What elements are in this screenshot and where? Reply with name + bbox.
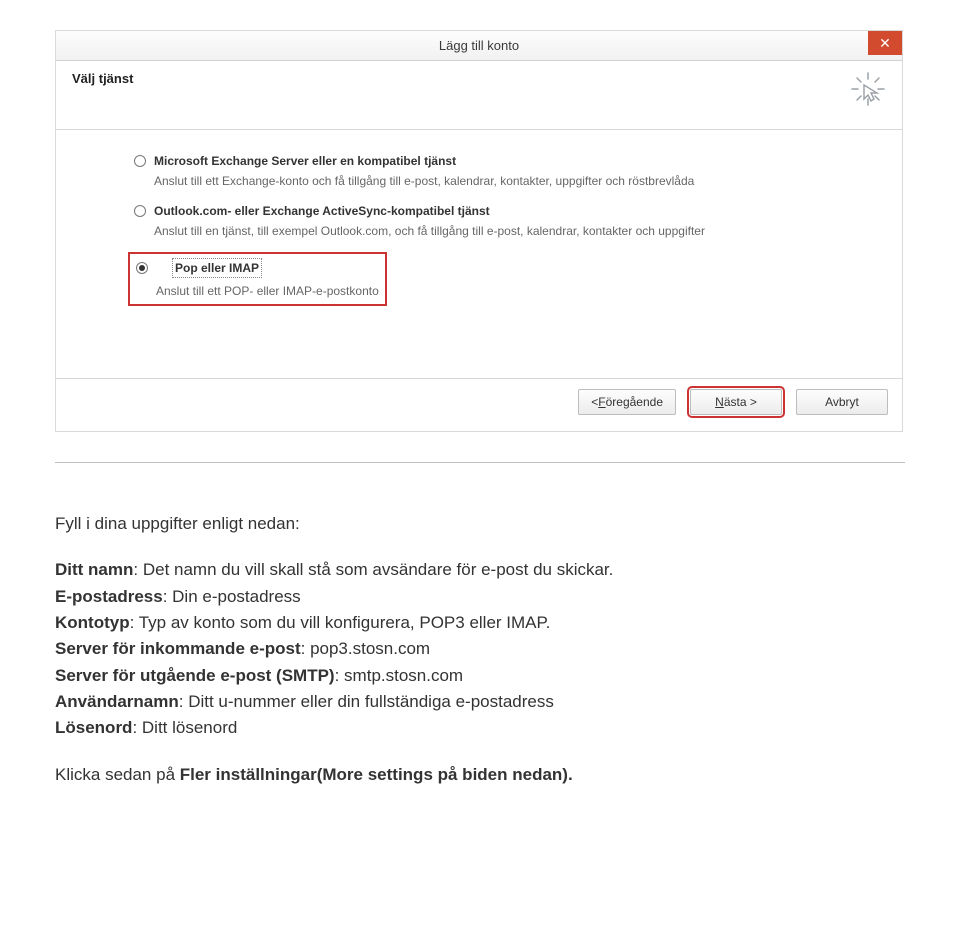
- instructions-block: Ditt namn: Det namn du vill skall stå so…: [55, 557, 905, 741]
- divider: [55, 462, 905, 463]
- option-description: Anslut till ett Exchange-konto och få ti…: [154, 172, 832, 190]
- option-label: Pop eller IMAP: [172, 258, 262, 278]
- option-label: Microsoft Exchange Server eller en kompa…: [154, 152, 456, 170]
- radio-icon[interactable]: [134, 155, 146, 167]
- option-label: Outlook.com- eller Exchange ActiveSync-k…: [154, 202, 490, 220]
- close-icon: ✕: [879, 36, 891, 50]
- dialog-footer: < Föregående Nästa > Avbryt: [56, 378, 902, 431]
- next-button[interactable]: Nästa >: [690, 389, 782, 415]
- radio-icon[interactable]: [136, 262, 148, 274]
- back-button[interactable]: < Föregående: [578, 389, 676, 415]
- option-activesync[interactable]: Outlook.com- eller Exchange ActiveSync-k…: [134, 202, 832, 240]
- instructions-text: Fyll i dina uppgifter enligt nedan: Ditt…: [55, 511, 905, 788]
- dialog-titlebar: Lägg till konto ✕: [56, 31, 902, 61]
- option-pop-imap[interactable]: Pop eller IMAP Anslut till ett POP- elle…: [134, 252, 832, 306]
- instructions-intro: Fyll i dina uppgifter enligt nedan:: [55, 511, 905, 537]
- service-options: Microsoft Exchange Server eller en kompa…: [56, 130, 902, 378]
- dialog-header: Välj tjänst: [56, 61, 902, 130]
- option-description: Anslut till en tjänst, till exempel Outl…: [154, 222, 832, 240]
- radio-icon[interactable]: [134, 205, 146, 217]
- option-description: Anslut till ett POP- eller IMAP-e-postko…: [156, 282, 379, 300]
- dialog-heading: Välj tjänst: [72, 71, 133, 86]
- dialog-title: Lägg till konto: [439, 38, 519, 53]
- highlight-box: Pop eller IMAP Anslut till ett POP- elle…: [128, 252, 387, 306]
- instructions-footer: Klicka sedan på Fler inställningar(More …: [55, 762, 905, 788]
- close-button[interactable]: ✕: [868, 31, 902, 55]
- cursor-sparkle-icon: [850, 71, 886, 107]
- option-exchange[interactable]: Microsoft Exchange Server eller en kompa…: [134, 152, 832, 190]
- add-account-dialog: Lägg till konto ✕ Välj tjänst: [55, 30, 903, 432]
- cancel-button[interactable]: Avbryt: [796, 389, 888, 415]
